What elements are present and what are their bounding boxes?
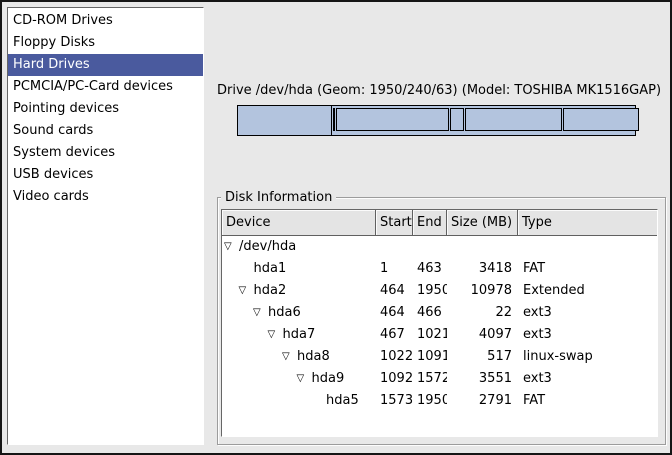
device-name: hda9 [312, 368, 345, 390]
table-row-hda2[interactable]: ▽hda2464195010978Extended [222, 280, 657, 302]
column-header-type[interactable]: Type [518, 210, 657, 236]
start-cell: 1022 [376, 346, 413, 368]
end-cell: 1021 [413, 324, 447, 346]
sidebar-item-pointing-devices[interactable]: Pointing devices [8, 98, 203, 120]
end-cell: 1091 [413, 346, 447, 368]
size-cell [447, 236, 518, 258]
type-cell: ext3 [518, 368, 657, 390]
sidebar-item-usb-devices[interactable]: USB devices [8, 164, 203, 186]
start-cell [376, 236, 413, 258]
device-category-list: CD-ROM DrivesFloppy DisksHard DrivesPCMC… [7, 7, 204, 445]
end-cell: 1572 [413, 368, 447, 390]
table-row-hda8[interactable]: ▽hda810221091517linux-swap [222, 346, 657, 368]
table-row-hda1[interactable]: hda1 14633418FAT [222, 258, 657, 280]
sidebar-item-sound-cards[interactable]: Sound cards [8, 120, 203, 142]
column-header-device[interactable]: Device [222, 210, 376, 236]
device-name: hda6 [268, 302, 301, 324]
size-cell: 22 [447, 302, 518, 324]
partition-table-header: DeviceStartEndSize (MB)Type [222, 210, 657, 236]
sidebar-item-pcmcia-pc-card-devices[interactable]: PCMCIA/PC-Card devices [8, 76, 203, 98]
table-row-hda6[interactable]: ▽hda646446622ext3 [222, 302, 657, 324]
sidebar-item-floppy-disks[interactable]: Floppy Disks [8, 32, 203, 54]
expander-open-icon[interactable]: ▽ [282, 346, 297, 368]
end-cell: 466 [413, 302, 447, 324]
device-name: /dev/hda [239, 236, 296, 258]
logical-partitions [333, 108, 634, 131]
device-cell: ▽hda9 [222, 368, 376, 390]
partition-segment-hda1 [238, 106, 332, 135]
table-row-dev-hda[interactable]: ▽/dev/hda [222, 236, 657, 258]
sidebar-item-video-cards[interactable]: Video cards [8, 186, 203, 208]
partition-table: DeviceStartEndSize (MB)Type ▽/dev/hdahda… [221, 209, 658, 437]
type-cell: Extended [518, 280, 657, 302]
partition-table-body: ▽/dev/hdahda114633418FAT▽hda246419501097… [222, 236, 657, 412]
expander-open-icon[interactable]: ▽ [239, 280, 254, 302]
partition-segment-hda2 [332, 106, 635, 135]
device-cell: ▽/dev/hda [222, 236, 376, 258]
table-row-hda5[interactable]: hda5 157319502791FAT [222, 390, 657, 412]
end-cell: 1950 [413, 390, 447, 412]
device-cell: ▽hda2 [222, 280, 376, 302]
end-cell: 463 [413, 258, 447, 280]
partition-segment-hda6 [333, 108, 335, 131]
sidebar-item-hard-drives[interactable]: Hard Drives [8, 54, 203, 76]
device-name: hda7 [283, 324, 316, 346]
device-name: hda8 [297, 346, 330, 368]
device-cell: hda5 [222, 390, 376, 412]
expander-open-icon[interactable]: ▽ [297, 368, 312, 390]
table-row-hda7[interactable]: ▽hda746710214097ext3 [222, 324, 657, 346]
expander-open-icon[interactable]: ▽ [268, 324, 283, 346]
start-cell: 1 [376, 258, 413, 280]
table-row-hda9[interactable]: ▽hda9109215723551ext3 [222, 368, 657, 390]
device-name: hda5 [326, 390, 359, 412]
device-cell: ▽hda7 [222, 324, 376, 346]
partition-segment-hda7 [336, 108, 448, 131]
start-cell: 464 [376, 280, 413, 302]
sidebar-item-system-devices[interactable]: System devices [8, 142, 203, 164]
size-cell: 4097 [447, 324, 518, 346]
expander-open-icon[interactable]: ▽ [224, 236, 239, 258]
sidebar-item-cd-rom-drives[interactable]: CD-ROM Drives [8, 10, 203, 32]
type-cell [518, 236, 657, 258]
partition-segment-hda9 [465, 108, 562, 131]
column-header-start[interactable]: Start [376, 210, 413, 236]
start-cell: 1573 [376, 390, 413, 412]
end-cell: 1950 [413, 280, 447, 302]
end-cell [413, 236, 447, 258]
partition-segment-hda5 [563, 108, 639, 131]
size-cell: 3551 [447, 368, 518, 390]
size-cell: 517 [447, 346, 518, 368]
device-name: hda2 [254, 280, 287, 302]
partition-segment-hda8 [450, 108, 464, 131]
type-cell: FAT [518, 390, 657, 412]
start-cell: 1092 [376, 368, 413, 390]
hardware-browser-window: CD-ROM DrivesFloppy DisksHard DrivesPCMC… [0, 0, 672, 455]
disk-information-label: Disk Information [221, 190, 336, 205]
device-cell: ▽hda8 [222, 346, 376, 368]
disk-information-group: Disk Information DeviceStartEndSize (MB)… [217, 197, 666, 445]
device-cell: hda1 [222, 258, 376, 280]
type-cell: linux-swap [518, 346, 657, 368]
start-cell: 467 [376, 324, 413, 346]
type-cell: ext3 [518, 302, 657, 324]
type-cell: FAT [518, 258, 657, 280]
size-cell: 2791 [447, 390, 518, 412]
drive-title: Drive /dev/hda (Geom: 1950/240/63) (Mode… [217, 83, 657, 99]
device-name: hda1 [254, 258, 287, 280]
size-cell: 3418 [447, 258, 518, 280]
device-cell: ▽hda6 [222, 302, 376, 324]
type-cell: ext3 [518, 324, 657, 346]
start-cell: 464 [376, 302, 413, 324]
column-header-size-mb[interactable]: Size (MB) [447, 210, 518, 236]
column-header-end[interactable]: End [413, 210, 447, 236]
size-cell: 10978 [447, 280, 518, 302]
partition-bar [237, 105, 636, 136]
expander-open-icon[interactable]: ▽ [253, 302, 268, 324]
